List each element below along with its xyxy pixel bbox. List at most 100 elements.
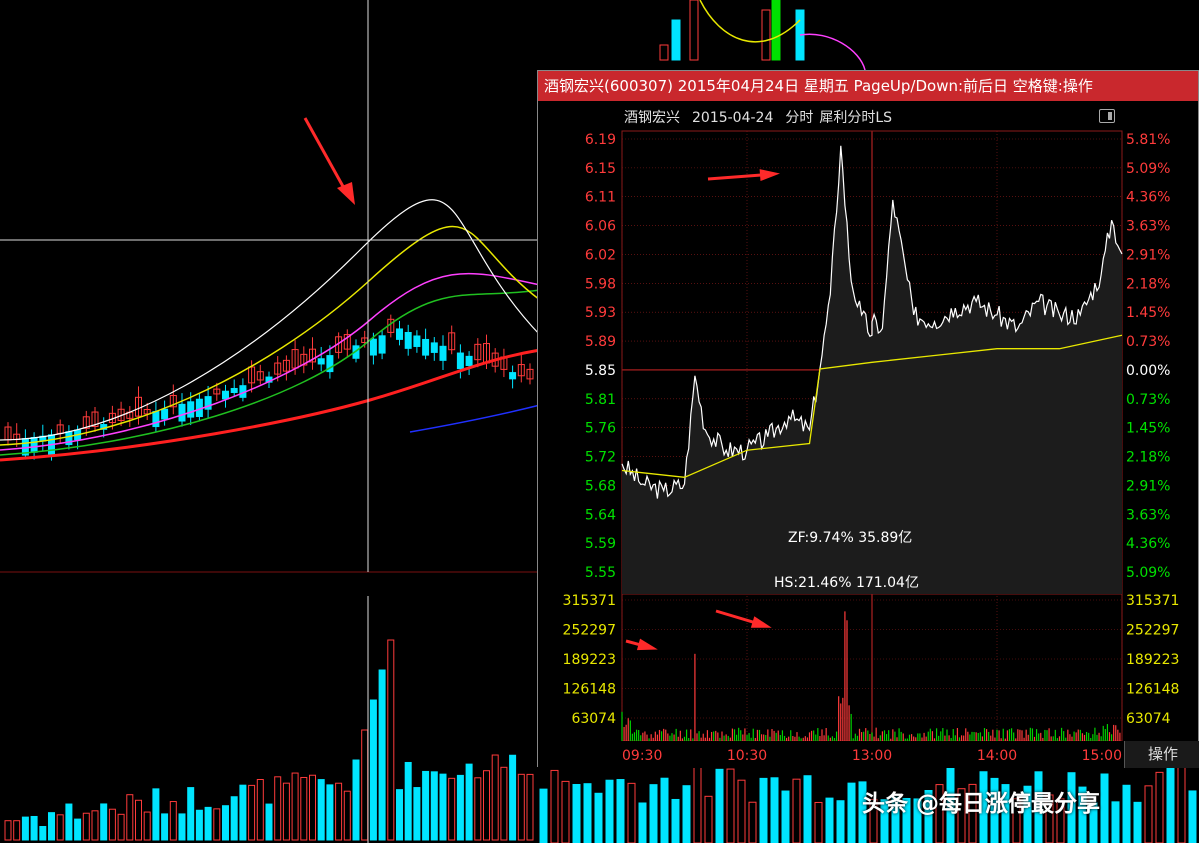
volume-bar — [108, 808, 116, 841]
candle-body — [230, 387, 238, 393]
volume-bar — [550, 769, 559, 843]
intraday-chart[interactable]: 6.19 6.15 6.11 6.06 6.02 5.98 5.93 5.89 5.85 5.81… — [538, 101, 1198, 768]
arrow-shaft — [303, 117, 347, 191]
volume-bar — [178, 813, 186, 841]
volume-tick: 126148 — [563, 682, 616, 698]
volume-bar — [326, 784, 334, 841]
ma-line — [409, 404, 541, 433]
time-tick: 14:00 — [977, 748, 1017, 764]
volume-tick: 252297 — [1126, 623, 1179, 639]
volume-bar — [704, 795, 713, 843]
volume-bar — [627, 782, 636, 843]
volume-bar — [82, 812, 90, 841]
price-tick: 5.98 — [585, 276, 616, 292]
volume-bar — [500, 766, 508, 841]
volume-bar — [465, 763, 473, 841]
arrow-head — [759, 169, 780, 182]
volume-bar — [265, 803, 273, 841]
volume-bar — [352, 759, 360, 841]
percent-tick: 4.36% — [1126, 536, 1170, 552]
candle-body — [187, 401, 195, 418]
volume-bar — [204, 806, 212, 841]
percent-tick: 2.18% — [1126, 450, 1170, 466]
annotation-arrows — [303, 117, 355, 205]
volume-bar — [369, 699, 377, 841]
popup-title[interactable]: 酒钢宏兴(600307) 2015年04月24日 星期五 PageUp/Down… — [538, 71, 1198, 101]
volume-bar — [671, 798, 680, 843]
candle-body — [178, 403, 186, 422]
candle-body — [456, 352, 464, 370]
percent-tick: 2.91% — [1126, 478, 1170, 494]
crosshair — [0, 0, 540, 843]
candle-body — [369, 338, 377, 356]
stock-name: 酒钢宏兴 — [624, 110, 680, 126]
chart-header: 酒钢宏兴 2015-04-24 分时 犀利分时LS — [624, 107, 904, 127]
volume-bar — [759, 777, 768, 843]
volume-tick: 315371 — [563, 593, 616, 609]
price-tick: 5.68 — [585, 478, 616, 494]
volume-bar — [187, 787, 195, 841]
price-tick: 6.15 — [585, 161, 616, 177]
volume-bar — [649, 784, 658, 843]
percent-tick: 3.63% — [1126, 219, 1170, 235]
volume-bar — [13, 820, 21, 841]
intraday-popup[interactable]: 酒钢宏兴(600307) 2015年04月24日 星期五 PageUp/Down… — [537, 70, 1199, 768]
volume-bar — [248, 784, 256, 841]
volume-bar — [230, 796, 238, 841]
indicator-name: 犀利分时LS — [819, 110, 893, 126]
volume-bar — [309, 774, 316, 841]
ma-line — [0, 199, 541, 441]
volume-bar — [100, 803, 108, 841]
time-tick: 15:00 — [1082, 748, 1122, 764]
candle-body — [161, 408, 169, 420]
volume-bar — [161, 813, 169, 841]
arrow-head — [636, 638, 658, 651]
volume-tick: 315371 — [1126, 593, 1179, 609]
volume-bar — [770, 777, 779, 843]
volume-bar — [91, 810, 99, 841]
volume-bar — [1133, 801, 1142, 843]
volume-bar — [572, 783, 581, 843]
volume-bar — [30, 815, 38, 841]
price-tick: 5.81 — [585, 392, 616, 408]
percent-tick: 5.81% — [1126, 132, 1170, 148]
time-tick: 13:00 — [852, 748, 892, 764]
candle-body — [659, 44, 669, 61]
volume-bar — [317, 779, 325, 841]
price-tick: 6.02 — [585, 247, 616, 263]
price-tick: 5.72 — [585, 450, 616, 466]
ma-line — [0, 225, 541, 446]
volume-bar — [474, 777, 482, 841]
price-tick: 6.19 — [585, 132, 616, 148]
volume-bar — [300, 776, 308, 841]
volume-bar — [422, 770, 430, 841]
candle-body — [378, 335, 386, 354]
price-tick: 5.93 — [585, 305, 616, 321]
volume-bar — [143, 811, 151, 841]
price-tick: 6.11 — [585, 190, 616, 206]
volume-bar — [274, 776, 282, 841]
volume-bar — [715, 768, 724, 843]
operate-tab[interactable]: 操作 — [1124, 741, 1199, 768]
volume-bar — [126, 794, 134, 841]
volume-bar — [539, 788, 548, 843]
price-axis-labels: 6.19 6.15 6.11 6.06 6.02 5.98 5.93 5.89 5.85 5.81… — [585, 132, 616, 581]
volume-bar — [195, 809, 203, 841]
volume-bar — [803, 775, 812, 843]
volume-bar — [213, 808, 221, 841]
volume-bar — [509, 754, 517, 841]
volume-bar — [726, 768, 735, 843]
percent-tick: 3.63% — [1126, 507, 1170, 523]
candle-body — [689, 0, 699, 61]
volume-bar — [39, 826, 47, 841]
panel-toggle-icon[interactable] — [1099, 109, 1115, 123]
volume-bar — [1100, 773, 1109, 843]
volume-bar — [361, 729, 369, 841]
percent-tick: 0.73% — [1126, 334, 1170, 350]
volume-bar — [483, 770, 490, 841]
percent-tick: 2.18% — [1126, 276, 1170, 292]
volume-tick: 252297 — [563, 623, 616, 639]
ma-line — [799, 33, 866, 71]
candle-body — [771, 0, 781, 61]
volume-bar — [152, 788, 160, 841]
